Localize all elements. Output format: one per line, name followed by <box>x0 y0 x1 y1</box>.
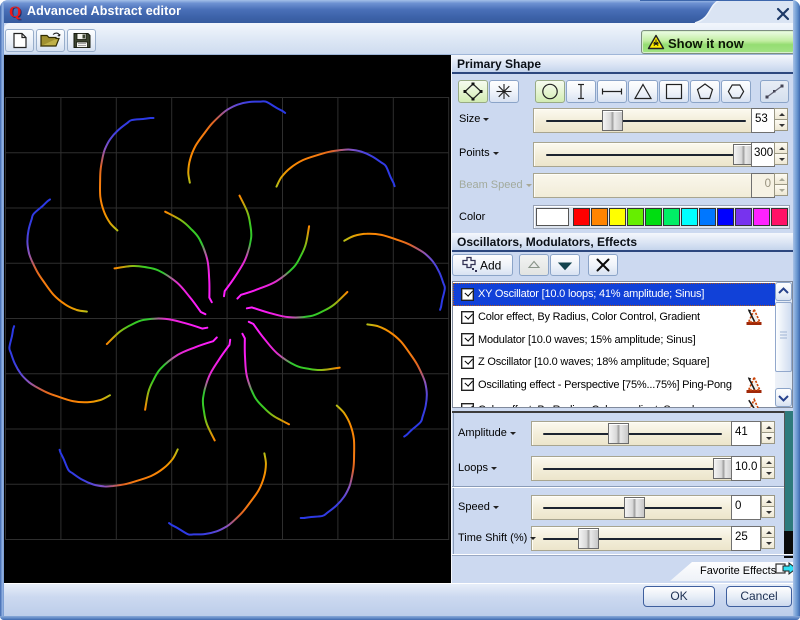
svg-text:Add: Add <box>480 259 501 273</box>
